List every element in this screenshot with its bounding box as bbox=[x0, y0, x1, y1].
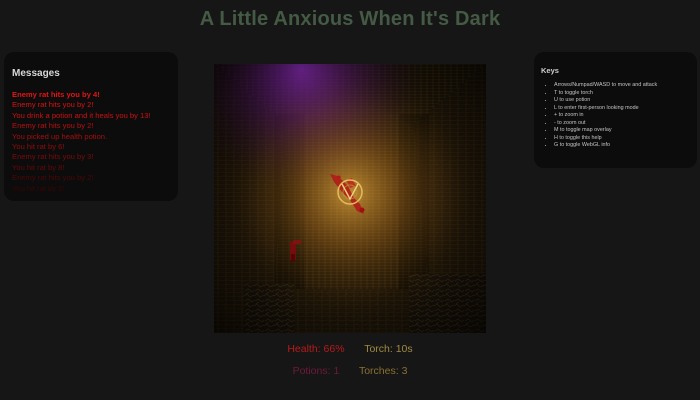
messages-heading: Messages bbox=[12, 68, 60, 79]
health-label: Health: bbox=[287, 343, 321, 355]
torches-label: Torches: bbox=[358, 365, 399, 377]
key-help-item: Arrows/Numpad/WASD to move and attack bbox=[554, 82, 657, 90]
game-viewport[interactable] bbox=[214, 64, 486, 333]
keys-heading: Keys bbox=[541, 66, 559, 75]
key-help-item: L to enter first-person looking mode bbox=[554, 105, 657, 113]
torches-value: 3 bbox=[401, 365, 408, 377]
torch-label: Torch: bbox=[364, 343, 393, 355]
message-item: You hit rat by 5! bbox=[12, 183, 65, 193]
stats-row-2: Potions: 1 Torches: 3 bbox=[0, 365, 700, 377]
potions-value: 1 bbox=[333, 365, 340, 377]
page-title: A Little Anxious When It's Dark bbox=[199, 8, 501, 30]
message-item: You picked up health potion. bbox=[12, 131, 108, 141]
message-item: Enemy rat hits you by 3! bbox=[12, 152, 94, 162]
key-help-item: T to toggle torch bbox=[554, 90, 657, 98]
message-item: You hit rat by 6! bbox=[12, 142, 65, 152]
health-value: 66% bbox=[323, 343, 345, 355]
key-help-item: + to zoom in bbox=[554, 112, 657, 120]
keys-list: Arrows/Numpad/WASD to move and attackT t… bbox=[541, 82, 657, 150]
dungeon-scene bbox=[214, 64, 486, 333]
key-help-item: M to toggle map overlay bbox=[554, 127, 657, 135]
key-help-item: - to zoom out bbox=[554, 120, 657, 128]
key-help-item: U to use potion bbox=[554, 97, 657, 105]
potions-label: Potions: bbox=[292, 365, 331, 377]
message-item: Enemy rat hits you by 4! bbox=[12, 90, 100, 99]
stats-row-1: Health: 66% Torch: 10s bbox=[0, 343, 700, 355]
keys-panel: Keys Arrows/Numpad/WASD to move and atta… bbox=[534, 52, 697, 168]
messages-panel: Messages Enemy rat hits you by 4! Enemy r… bbox=[4, 52, 178, 201]
torch-value: 10s bbox=[395, 343, 413, 355]
message-item: Enemy rat hits you by 2! bbox=[12, 173, 94, 183]
message-list: Enemy rat hits you by 4! Enemy rat hits y… bbox=[12, 90, 178, 194]
key-help-item: G to toggle WebGL info bbox=[554, 142, 657, 150]
message-item: You hit rat by 8! bbox=[12, 162, 65, 172]
message-item: Enemy rat hits you by 2! bbox=[12, 121, 94, 131]
message-item: You drink a potion and it heals you by 1… bbox=[12, 110, 151, 120]
message-item: Enemy rat hits you by 2! bbox=[12, 100, 94, 110]
key-help-item: H to toggle this help bbox=[554, 135, 657, 143]
